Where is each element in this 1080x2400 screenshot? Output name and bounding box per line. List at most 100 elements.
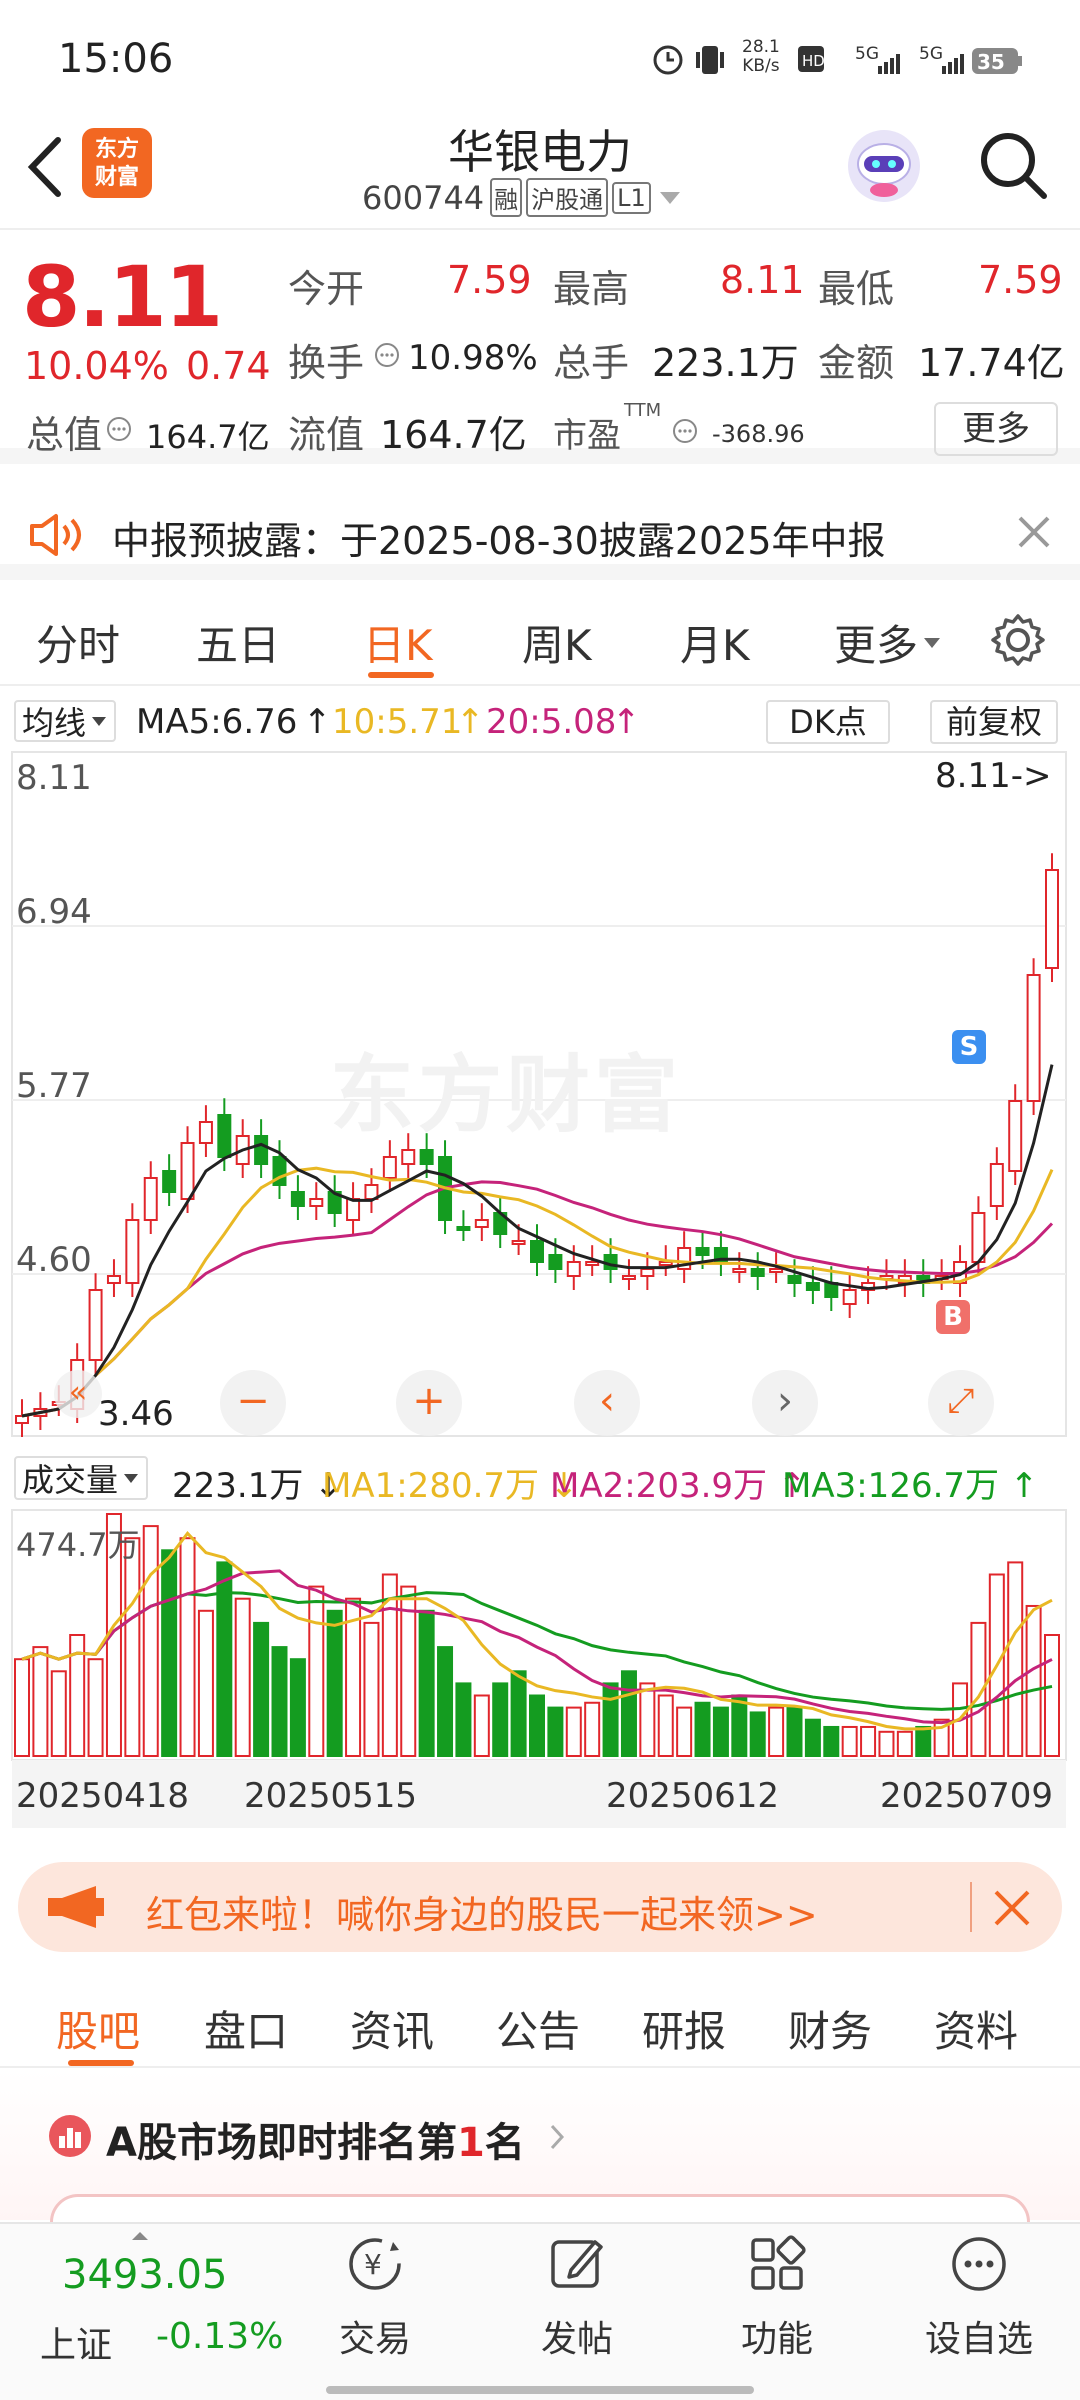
candle-body — [180, 1142, 195, 1200]
kline-chart[interactable]: 均线 MA5:6.76 ↑ 10:5.71 ↑ 20:5.08 ↑ DK点 前复… — [0, 688, 1080, 1848]
volume-indicator-selector[interactable]: 成交量 — [14, 1456, 149, 1500]
notice-bar[interactable]: 中报预披露：于2025-08-30披露2025年中报 — [0, 480, 1080, 580]
volume-bar — [529, 1694, 545, 1757]
mktcap-label: 总值 — [26, 413, 103, 457]
amount-label: 金额 — [818, 341, 895, 385]
stock-code-line[interactable]: 600744 融 沪股通 L1 — [362, 178, 683, 217]
robot-avatar-icon[interactable] — [842, 124, 926, 208]
close-icon[interactable] — [1016, 514, 1052, 550]
tab-guba[interactable]: 股吧 — [56, 1998, 140, 2059]
buy-marker[interactable]: B — [936, 1300, 970, 1334]
chevron-up-icon[interactable] — [130, 2230, 150, 2242]
tab-pankou[interactable]: 盘口 — [204, 1998, 288, 2059]
more-button[interactable]: 更多 — [934, 402, 1058, 456]
candle-body — [346, 1198, 361, 1221]
speaker-icon — [30, 514, 81, 556]
nav-functions[interactable]: 功能 — [702, 2232, 852, 2362]
status-time: 15:06 — [58, 36, 174, 82]
info-icon[interactable] — [374, 342, 400, 368]
ma-selector[interactable]: 均线 — [14, 700, 117, 742]
info-icon[interactable] — [106, 416, 132, 442]
volume-bar — [1025, 1604, 1042, 1757]
adjust-button[interactable]: 前复权 — [930, 700, 1058, 744]
volume-bar — [124, 1537, 141, 1758]
last-price: 8.11 — [22, 248, 223, 346]
search-icon[interactable] — [974, 126, 1054, 206]
candle-body — [125, 1219, 140, 1284]
banner-divider — [970, 1882, 972, 1932]
content-tabs: 股吧 盘口 资讯 公告 研报 财务 资料 — [0, 1968, 1080, 2068]
candle-body — [474, 1219, 489, 1228]
scroll-left-button[interactable]: ‹ — [574, 1370, 640, 1436]
info-icon[interactable] — [672, 418, 698, 444]
nav-trade[interactable]: ¥ 交易 — [300, 2232, 450, 2362]
high-label: 最高 — [553, 267, 630, 311]
tab-finance[interactable]: 财务 — [788, 1998, 872, 2059]
tab-more[interactable]: 更多 — [834, 612, 942, 673]
candle-body — [989, 1163, 1004, 1207]
candle-body — [198, 1121, 213, 1144]
volume-bar — [50, 1670, 67, 1757]
tab-announcement[interactable]: 公告 — [496, 1998, 580, 2059]
dk-point-button[interactable]: DK点 — [766, 700, 890, 744]
ma5-arrow: ↑ — [303, 702, 332, 742]
nav-post[interactable]: 发帖 — [502, 2232, 652, 2362]
volume-bar — [87, 1658, 104, 1757]
tab-week-k[interactable]: 周K — [522, 612, 592, 673]
amount-value: 17.74亿 — [918, 341, 1065, 385]
volume-bar — [197, 1609, 214, 1757]
promo-banner[interactable]: 红包来啦！喊你身边的股民一起来领>> — [18, 1862, 1062, 1952]
stock-header: 东方 财富 华银电力 600744 融 沪股通 L1 — [0, 110, 1080, 230]
volume-current: 223.1万 ↓ — [172, 1466, 343, 1506]
scroll-start-button[interactable]: « — [54, 1370, 102, 1418]
candle-body — [566, 1261, 581, 1277]
volume-bar — [841, 1725, 858, 1758]
candle-body — [530, 1240, 544, 1263]
volume-bar — [878, 1730, 895, 1758]
price-label-3: 5.77 — [16, 1066, 92, 1106]
tab-profile[interactable]: 资料 — [934, 1998, 1018, 2059]
nav-add-watchlist[interactable]: 设自选 — [904, 2232, 1054, 2362]
tab-month-k[interactable]: 月K — [680, 612, 750, 673]
tab-news[interactable]: 资讯 — [350, 1998, 434, 2059]
candle-body — [787, 1275, 802, 1284]
volume-bar — [768, 1706, 785, 1758]
gear-icon[interactable] — [988, 610, 1048, 670]
open-value: 7.59 — [447, 258, 532, 302]
candle-body — [1008, 1100, 1023, 1172]
volume-bar — [510, 1670, 527, 1757]
index-change: -0.13% — [156, 2316, 284, 2357]
sell-marker[interactable]: S — [952, 1030, 986, 1064]
fullscreen-button[interactable]: ⤢ — [928, 1370, 994, 1436]
volume-bar — [547, 1706, 564, 1758]
ma5-value: MA5:6.76 — [136, 702, 298, 742]
tab-research[interactable]: 研报 — [642, 1998, 726, 2059]
zoom-out-button[interactable]: − — [220, 1370, 286, 1436]
volume-bar — [676, 1706, 693, 1758]
scroll-right-button[interactable]: › — [752, 1370, 818, 1436]
dropdown-icon — [92, 717, 107, 726]
zoom-in-button[interactable]: + — [396, 1370, 462, 1436]
volume-bar — [565, 1706, 582, 1758]
sig1: 5G — [855, 44, 879, 64]
high-value: 8.11 — [720, 258, 805, 302]
net-speed: 28.1 KB/s — [742, 37, 780, 76]
volume-bar — [253, 1621, 270, 1758]
tab-timeline[interactable]: 分时 — [36, 612, 120, 673]
candle-body — [842, 1289, 857, 1305]
tab-day-k[interactable]: 日K — [363, 612, 433, 673]
close-icon[interactable] — [992, 1888, 1032, 1928]
battery-level: 35 — [977, 50, 1005, 74]
volume-bar — [271, 1646, 288, 1758]
candle-body — [419, 1149, 434, 1165]
ma20-arrow: ↑ — [612, 702, 641, 742]
tab-five-day[interactable]: 五日 — [196, 612, 280, 673]
index-value[interactable]: 3493.05 — [62, 2252, 227, 2298]
volume-bar — [860, 1725, 877, 1758]
vol-ma3: MA3:126.7万 ↑ — [782, 1466, 1039, 1506]
rank-card[interactable]: A股市场即时排名第1名 — [0, 2070, 1080, 2234]
volume-bar — [14, 1658, 30, 1757]
low-value: 7.59 — [978, 258, 1063, 302]
svg-text:¥: ¥ — [364, 2248, 382, 2281]
volume-bar — [657, 1694, 674, 1757]
